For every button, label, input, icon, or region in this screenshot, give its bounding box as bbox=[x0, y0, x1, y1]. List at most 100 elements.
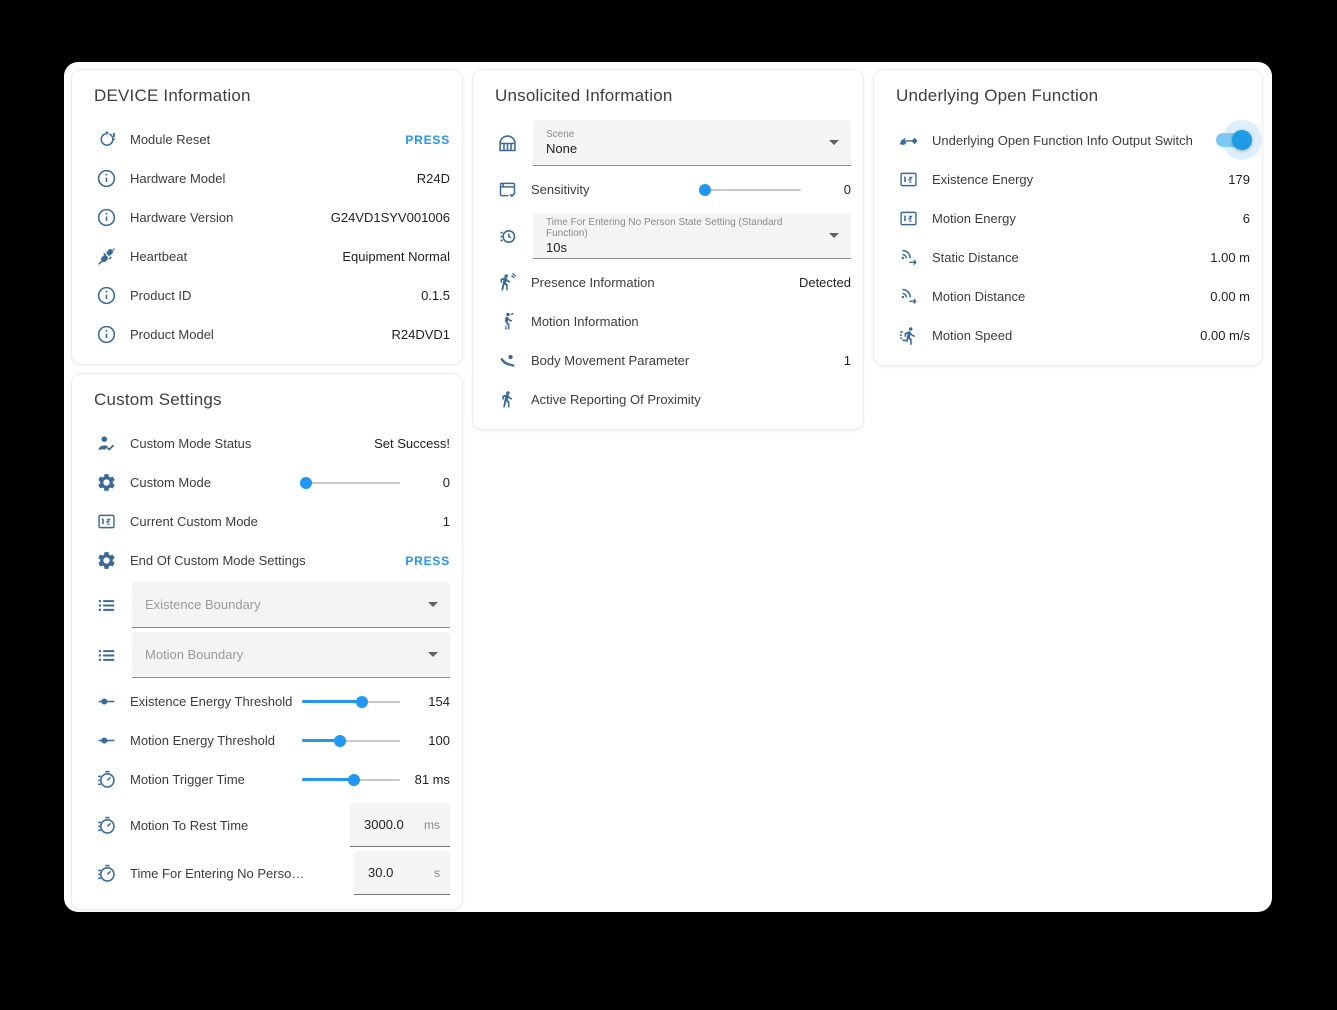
heartbeat-row: Heartbeat Equipment Normal bbox=[94, 237, 450, 276]
scene-select[interactable]: Scene None bbox=[533, 120, 851, 166]
motion-to-rest-time-input[interactable]: 3000.0 ms bbox=[350, 803, 450, 847]
unsolicited-info-title: Unsolicited Information bbox=[495, 86, 851, 106]
walk-icon bbox=[495, 388, 519, 412]
custom-mode-slider[interactable] bbox=[302, 476, 400, 490]
motion-trigger-time-row: Motion Trigger Time 81 ms bbox=[94, 760, 450, 799]
info-icon bbox=[94, 323, 118, 347]
body-movement-row: Body Movement Parameter 1 bbox=[495, 341, 851, 380]
motion-trigger-time-slider[interactable] bbox=[302, 773, 400, 787]
row-label: Body Movement Parameter bbox=[531, 353, 844, 368]
row-label: End Of Custom Mode Settings bbox=[130, 553, 405, 568]
row-label: Motion To Rest Time bbox=[130, 818, 344, 833]
row-value: 81 ms bbox=[406, 772, 450, 787]
slider-thumb[interactable] bbox=[348, 774, 360, 786]
row-value: 100 bbox=[406, 733, 450, 748]
existence-boundary-select[interactable]: Existence Boundary bbox=[132, 582, 450, 628]
module-reset-row: Module Reset PRESS bbox=[94, 120, 450, 159]
underlying-open-function-card: Underlying Open Function Underlying Open… bbox=[873, 69, 1263, 366]
row-label: Sensitivity bbox=[531, 182, 701, 197]
field-unit: s bbox=[434, 866, 440, 880]
row-label: Heartbeat bbox=[130, 249, 342, 264]
body-movement-icon bbox=[495, 349, 519, 373]
row-label: Custom Mode Status bbox=[130, 436, 374, 451]
slider-thumb[interactable] bbox=[699, 184, 711, 196]
field-unit: ms bbox=[424, 818, 440, 832]
chevron-down-icon bbox=[829, 140, 839, 145]
row-label: Existence Energy bbox=[932, 172, 1228, 187]
row-value: 1 bbox=[443, 514, 450, 529]
existence-boundary-row: Existence Boundary bbox=[94, 582, 450, 628]
row-label: Motion Trigger Time bbox=[130, 772, 302, 787]
motion-information-row: Motion Information bbox=[495, 302, 851, 341]
module-reset-press-button[interactable]: PRESS bbox=[405, 133, 450, 147]
motion-energy-threshold-row: Motion Energy Threshold 100 bbox=[94, 721, 450, 760]
gear-icon bbox=[94, 471, 118, 495]
chevron-down-icon bbox=[428, 602, 438, 607]
row-label: Motion Information bbox=[531, 314, 851, 329]
select-label: Time For Entering No Person State Settin… bbox=[546, 217, 821, 239]
clock-dashes-icon bbox=[495, 224, 519, 248]
slider-thumb[interactable] bbox=[356, 696, 368, 708]
custom-mode-row: Custom Mode 0 bbox=[94, 463, 450, 502]
info-icon bbox=[94, 167, 118, 191]
presence-walk-waves-icon bbox=[495, 271, 519, 295]
sensitivity-slider[interactable] bbox=[701, 183, 801, 197]
info-icon bbox=[94, 284, 118, 308]
unsolicited-info-card: Unsolicited Information Scene None bbox=[472, 69, 864, 430]
numbers-123-icon bbox=[896, 168, 920, 192]
time-no-person-select[interactable]: Time For Entering No Person State Settin… bbox=[533, 213, 851, 259]
row-value: 0.00 m/s bbox=[1200, 328, 1250, 343]
slider-thumb[interactable] bbox=[300, 477, 312, 489]
underlying-title: Underlying Open Function bbox=[896, 86, 1250, 106]
row-label: Existence Energy Threshold bbox=[130, 694, 302, 709]
end-custom-mode-press-button[interactable]: PRESS bbox=[405, 554, 450, 568]
right-column: Underlying Open Function Underlying Open… bbox=[873, 69, 1263, 366]
current-custom-mode-row: Current Custom Mode 1 bbox=[94, 502, 450, 541]
row-value: 6 bbox=[1243, 211, 1250, 226]
slider-thumb[interactable] bbox=[334, 735, 346, 747]
row-label: Product Model bbox=[130, 327, 391, 342]
list-icon bbox=[94, 643, 118, 667]
motion-speed-row: Motion Speed 0.00 m/s bbox=[896, 316, 1250, 355]
info-icon bbox=[94, 206, 118, 230]
output-switch-toggle[interactable] bbox=[1214, 120, 1254, 160]
product-id-row: Product ID 0.1.5 bbox=[94, 276, 450, 315]
scene-dome-icon bbox=[495, 131, 519, 155]
select-value: None bbox=[546, 142, 821, 156]
time-no-person-input[interactable]: 30.0 s bbox=[354, 851, 450, 895]
threshold-slider-icon bbox=[94, 729, 118, 753]
signal-distance-icon bbox=[896, 285, 920, 309]
time-setting-row: Time For Entering No Person State Settin… bbox=[495, 213, 851, 259]
row-label: Motion Energy bbox=[932, 211, 1243, 226]
plug-icon bbox=[94, 245, 118, 269]
row-label: Motion Energy Threshold bbox=[130, 733, 302, 748]
scene-row: Scene None bbox=[495, 120, 851, 166]
motion-boundary-row: Motion Boundary bbox=[94, 632, 450, 678]
motion-energy-threshold-slider[interactable] bbox=[302, 734, 400, 748]
row-label: Current Custom Mode bbox=[130, 514, 443, 529]
row-label: Motion Distance bbox=[932, 289, 1210, 304]
row-value: Detected bbox=[799, 275, 851, 290]
middle-column: Unsolicited Information Scene None bbox=[472, 69, 864, 430]
row-value: 154 bbox=[406, 694, 450, 709]
motion-energy-row: Motion Energy 6 bbox=[896, 199, 1250, 238]
custom-mode-status-row: Custom Mode Status Set Success! bbox=[94, 424, 450, 463]
row-label: Custom Mode bbox=[130, 475, 302, 490]
row-value: G24VD1SYV001006 bbox=[331, 210, 450, 225]
select-label: Motion Boundary bbox=[145, 649, 420, 660]
existence-energy-threshold-row: Existence Energy Threshold 154 bbox=[94, 682, 450, 721]
row-label: Motion Speed bbox=[932, 328, 1200, 343]
row-value: R24DVD1 bbox=[391, 327, 450, 342]
motion-boundary-select[interactable]: Motion Boundary bbox=[132, 632, 450, 678]
person-check-icon bbox=[94, 432, 118, 456]
row-label: Module Reset bbox=[130, 132, 405, 147]
toggle-thumb[interactable] bbox=[1232, 130, 1252, 150]
hardware-model-row: Hardware Model R24D bbox=[94, 159, 450, 198]
restart-icon bbox=[94, 128, 118, 152]
row-value: 0.00 m bbox=[1210, 289, 1250, 304]
gear-icon bbox=[94, 549, 118, 573]
existence-energy-threshold-slider[interactable] bbox=[302, 695, 400, 709]
row-value: 179 bbox=[1228, 172, 1250, 187]
switch-icon bbox=[896, 128, 920, 152]
chevron-down-icon bbox=[428, 652, 438, 657]
